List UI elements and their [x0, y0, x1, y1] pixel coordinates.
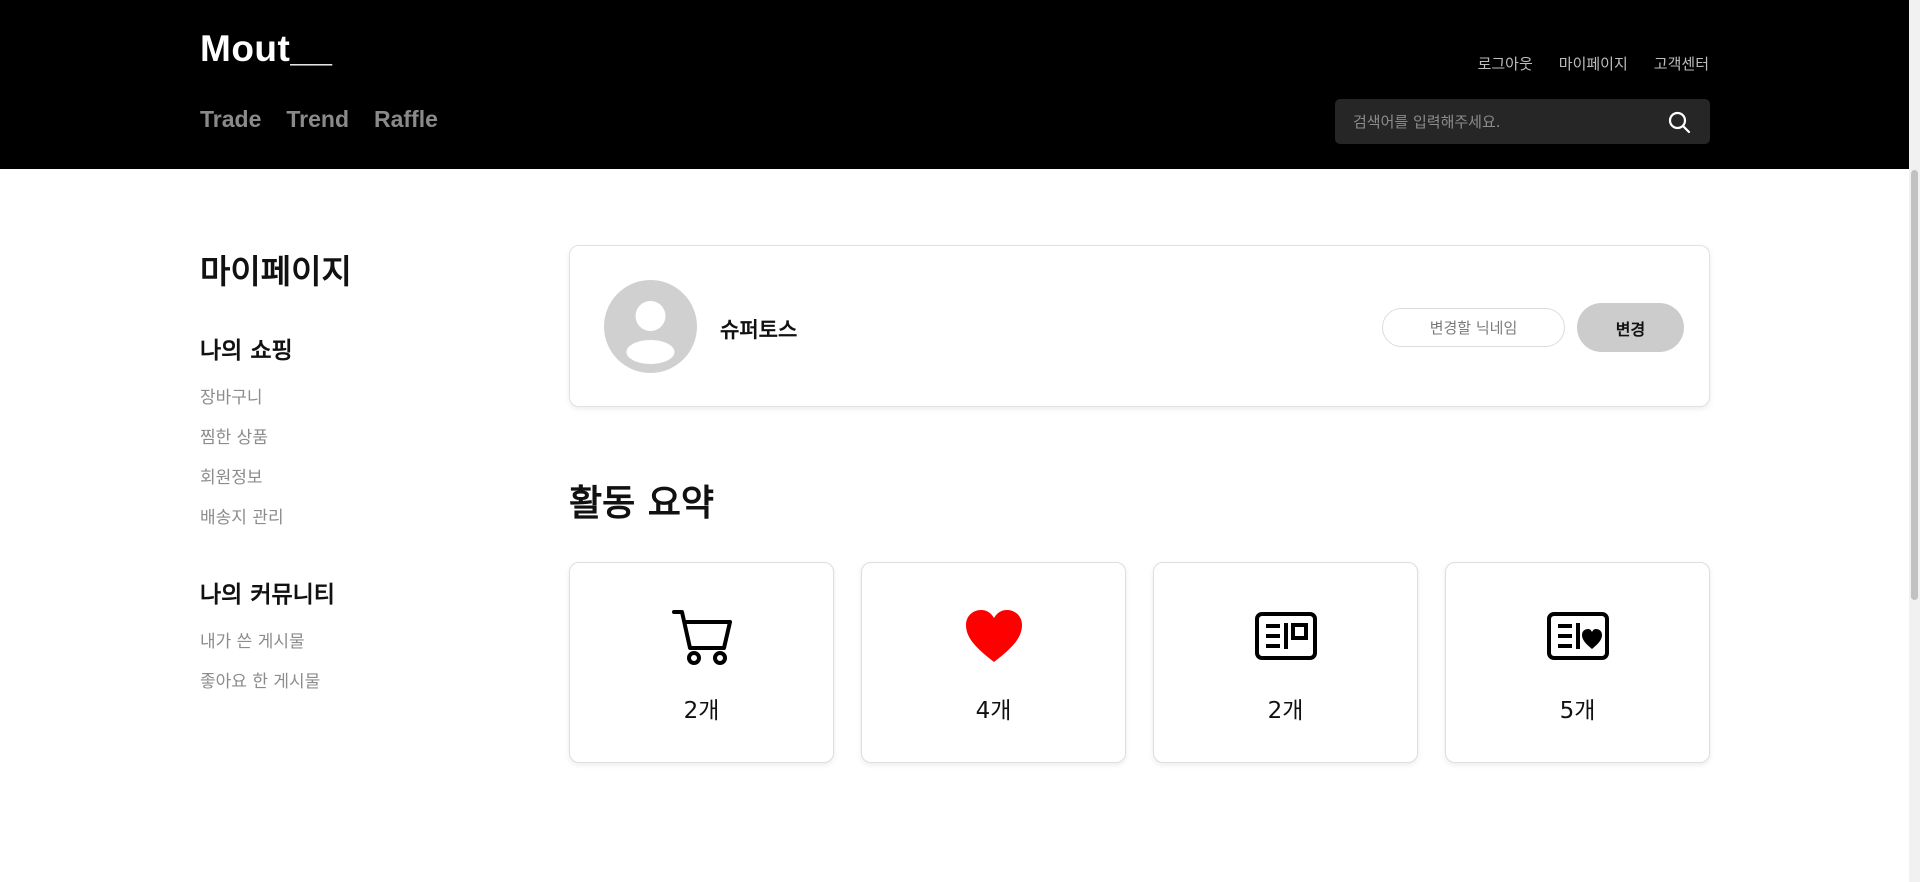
- page-scrollbar[interactable]: [1909, 0, 1920, 882]
- sidebar-title: 마이페이지: [200, 252, 352, 291]
- liked-post-icon: [1546, 604, 1610, 668]
- sidebar-item-cart[interactable]: 장바구니: [200, 387, 500, 427]
- search-input[interactable]: [1353, 112, 1666, 131]
- sidebar: 마이페이지 나의 쇼핑 장바구니 찜한 상품 회원정보 배송지 관리 나의 커뮤…: [200, 245, 500, 711]
- activity-cards: 2개 4개 2개 5개: [569, 562, 1710, 763]
- main-nav: Trade Trend Raffle: [200, 106, 438, 133]
- site-logo[interactable]: Mout__: [200, 28, 333, 70]
- search-icon[interactable]: [1666, 109, 1692, 135]
- mypage-link[interactable]: 마이페이지: [1559, 53, 1628, 74]
- change-nickname-button[interactable]: 변경: [1577, 303, 1684, 352]
- profile-card: 슈퍼토스 변경: [569, 245, 1710, 407]
- shopping-menu: 장바구니 찜한 상품 회원정보 배송지 관리: [200, 387, 500, 547]
- nav-trend[interactable]: Trend: [286, 106, 349, 133]
- community-heading: 나의 커뮤니티: [200, 582, 335, 608]
- liked-posts-summary-card[interactable]: 5개: [1445, 562, 1710, 763]
- cart-summary-card[interactable]: 2개: [569, 562, 834, 763]
- posts-count: 2개: [1267, 698, 1304, 724]
- activity-summary-title: 활동 요약: [569, 483, 715, 524]
- community-menu: 내가 쓴 게시물 좋아요 한 게시물: [200, 631, 500, 711]
- top-header: Mout__ Trade Trend Raffle 로그아웃 마이페이지 고객센…: [0, 0, 1909, 169]
- sidebar-item-address[interactable]: 배송지 관리: [200, 507, 500, 547]
- user-nickname: 슈퍼토스: [720, 318, 798, 342]
- shopping-heading: 나의 쇼핑: [200, 338, 293, 364]
- avatar: [604, 280, 697, 373]
- scrollbar-thumb[interactable]: [1911, 170, 1918, 600]
- cart-count: 2개: [683, 698, 720, 724]
- sidebar-item-member-info[interactable]: 회원정보: [200, 467, 500, 507]
- sidebar-item-liked-posts[interactable]: 좋아요 한 게시물: [200, 671, 500, 711]
- utility-nav: 로그아웃 마이페이지 고객센터: [1478, 53, 1709, 74]
- search-bar: [1335, 99, 1710, 144]
- cart-icon: [670, 604, 734, 668]
- nickname-input[interactable]: [1382, 308, 1565, 347]
- sidebar-item-my-posts[interactable]: 내가 쓴 게시물: [200, 631, 500, 671]
- wishlist-count: 4개: [975, 698, 1012, 724]
- user-avatar-icon: [626, 301, 675, 364]
- wishlist-summary-card[interactable]: 4개: [861, 562, 1126, 763]
- sidebar-item-wishlist[interactable]: 찜한 상품: [200, 427, 500, 467]
- liked-posts-count: 5개: [1559, 698, 1596, 724]
- heart-icon: [962, 604, 1026, 668]
- logout-link[interactable]: 로그아웃: [1478, 53, 1533, 74]
- customer-center-link[interactable]: 고객센터: [1654, 53, 1709, 74]
- posts-summary-card[interactable]: 2개: [1153, 562, 1418, 763]
- nav-raffle[interactable]: Raffle: [374, 106, 438, 133]
- post-card-icon: [1254, 604, 1318, 668]
- nav-trade[interactable]: Trade: [200, 106, 261, 133]
